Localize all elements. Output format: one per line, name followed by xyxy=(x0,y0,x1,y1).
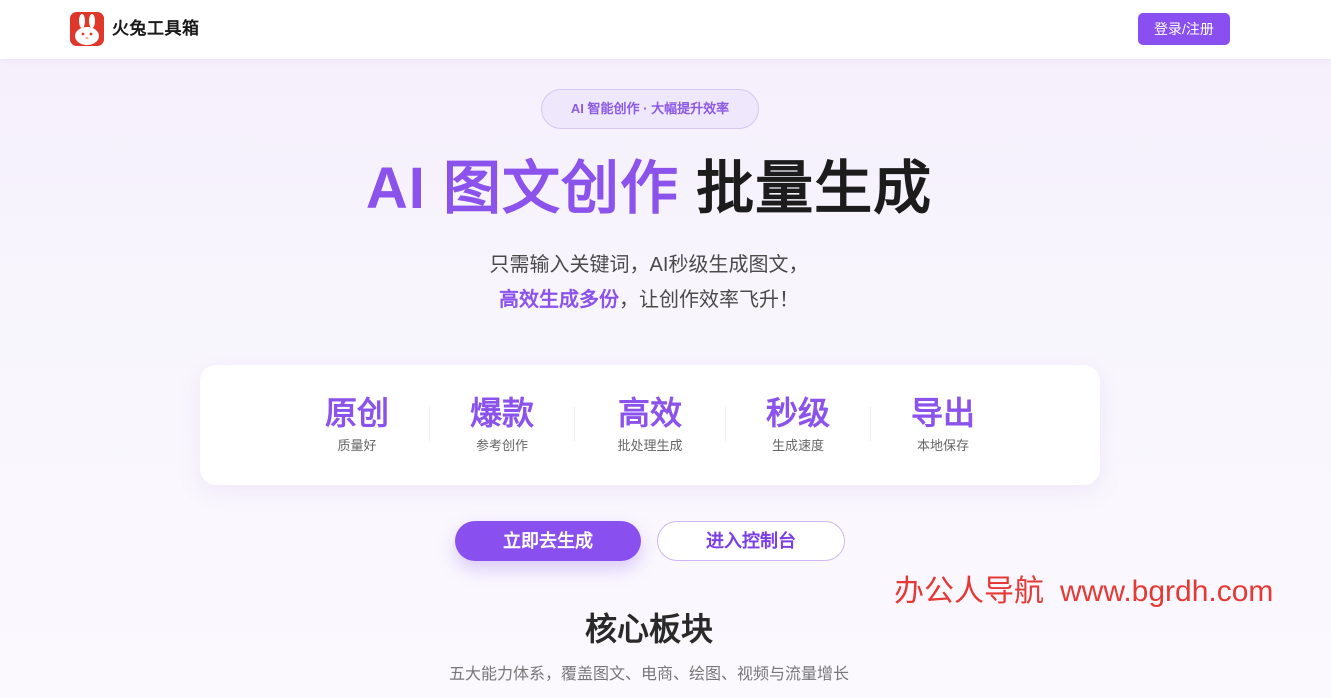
hero-subtitle-highlight: 高效生成多份 xyxy=(499,289,619,311)
feature-divider xyxy=(725,407,726,441)
hero-title-rest: 批量生成 xyxy=(696,156,933,221)
feature-item-viral: 爆款 参考创作 xyxy=(442,393,562,455)
watermark-url: www.bgrdh.com xyxy=(1060,575,1274,608)
landing-page: 火兔工具箱 登录/注册 AI 智能创作 · 大幅提升效率 AI 图文创作 批量生… xyxy=(0,0,1331,698)
rabbit-logo-icon[interactable] xyxy=(70,12,104,46)
feature-divider xyxy=(429,407,430,441)
top-header: 火兔工具箱 登录/注册 xyxy=(0,0,1331,59)
feature-divider xyxy=(870,407,871,441)
feature-item-export: 导出 本地保存 xyxy=(883,393,1003,455)
hero-title-accent: AI 图文创作 xyxy=(365,156,679,221)
feature-title: 导出 xyxy=(910,395,975,431)
core-section-subtitle: 五大能力体系，覆盖图文、电商、绘图、视频与流量增长 xyxy=(448,666,849,683)
feature-subtitle: 质量好 xyxy=(337,438,377,453)
hero-subtitle-line2: 高效生成多份，让创作效率飞升！ xyxy=(0,286,1298,314)
hero-title: AI 图文创作 批量生成 xyxy=(0,152,1298,226)
feature-title: 原创 xyxy=(324,395,389,431)
feature-subtitle: 生成速度 xyxy=(771,438,824,453)
start-generate-button[interactable]: 立即去生成 xyxy=(455,521,641,561)
feature-title: 秒级 xyxy=(765,395,830,431)
hero-subtitle-line1: 只需输入关键词，AI秒级生成图文， xyxy=(489,254,809,276)
feature-title: 高效 xyxy=(617,395,682,431)
feature-subtitle: 批处理生成 xyxy=(617,438,683,453)
feature-title: 爆款 xyxy=(469,395,534,431)
watermark-name: 办公人导航 xyxy=(894,575,1044,608)
feature-divider xyxy=(574,407,575,441)
feature-item-original: 原创 质量好 xyxy=(297,393,417,455)
brand-name[interactable]: 火兔工具箱 xyxy=(112,18,200,40)
feature-highlights-card: 原创 质量好 爆款 参考创作 高效 批处理生成 秒级 生成速度 导出 本地保存 xyxy=(200,365,1100,485)
hero-tag-pill: AI 智能创作 · 大幅提升效率 xyxy=(541,89,759,129)
core-section-title: 核心板块 xyxy=(584,611,713,647)
feature-subtitle: 本地保存 xyxy=(916,438,969,453)
enter-console-button[interactable]: 进入控制台 xyxy=(657,521,845,561)
feature-item-efficient: 高效 批处理生成 xyxy=(590,393,710,455)
feature-item-speed: 秒级 生成速度 xyxy=(738,393,858,455)
hero-subtitle-rest: ，让创作效率飞升！ xyxy=(619,289,799,311)
feature-subtitle: 参考创作 xyxy=(475,438,528,453)
watermark-overlay: 办公人导航 www.bgrdh.com xyxy=(894,574,1273,610)
login-register-button[interactable]: 登录/注册 xyxy=(1138,13,1230,45)
